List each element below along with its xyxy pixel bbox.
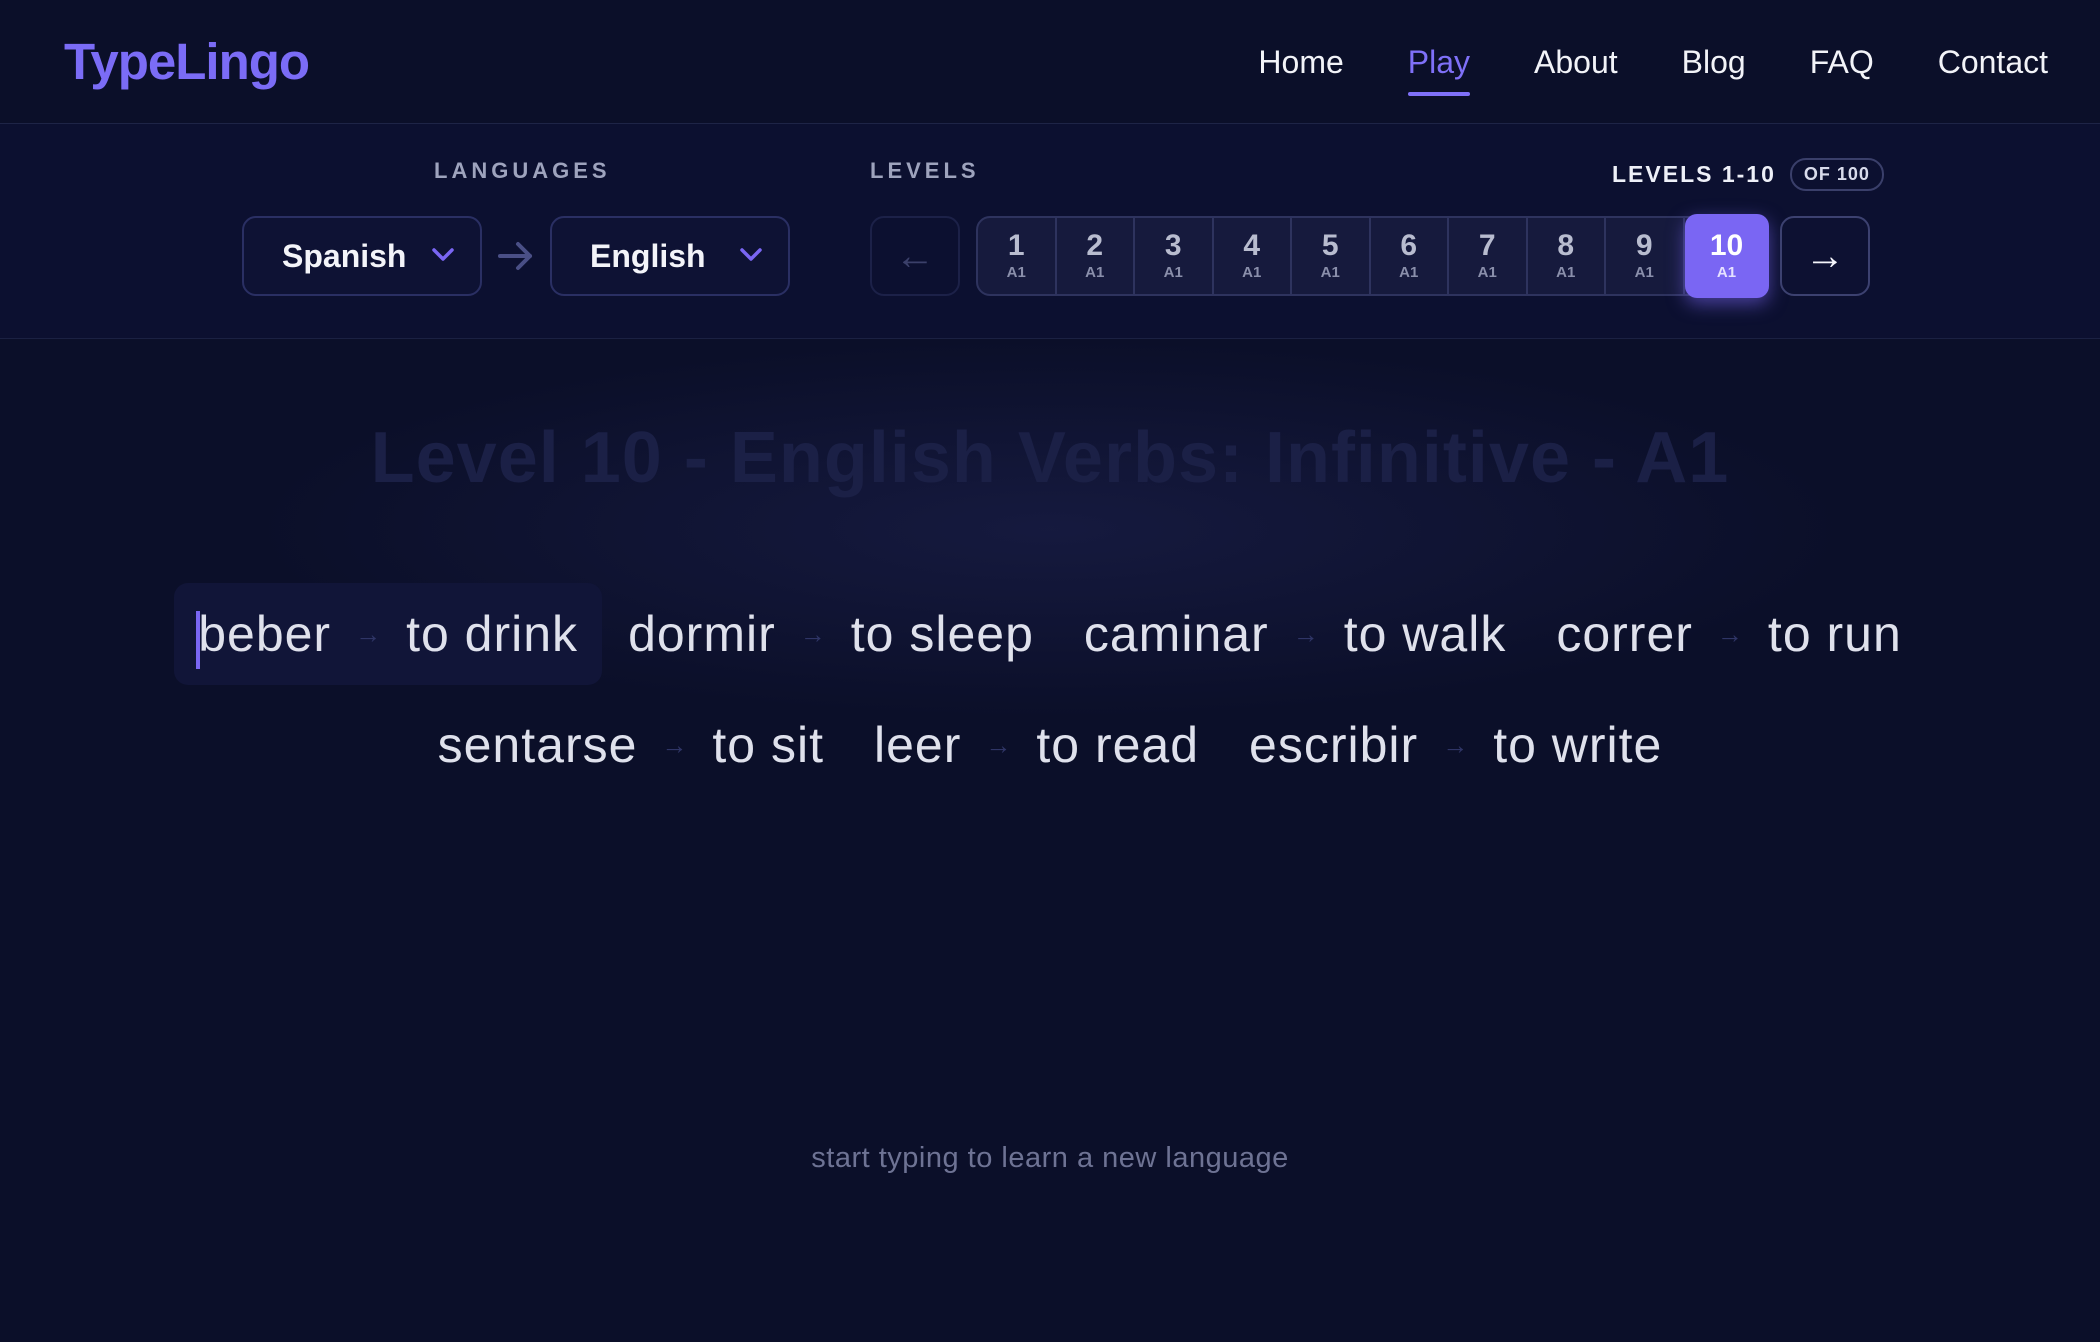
- level-button-5[interactable]: 5 A1: [1292, 218, 1371, 294]
- arrow-right-icon: →: [985, 729, 1013, 760]
- source-word: leer: [874, 717, 962, 773]
- word-pairs-row-1: beber → to drink dormir → to sleep camin…: [0, 583, 2100, 685]
- level-cefr: A1: [1477, 264, 1497, 281]
- level-number: 7: [1478, 229, 1496, 262]
- level-number: 2: [1086, 229, 1104, 262]
- source-word: caminar: [1083, 606, 1269, 662]
- target-language-select[interactable]: English: [550, 216, 790, 296]
- level-button-1[interactable]: 1 A1: [978, 218, 1057, 294]
- level-selector: 1 A1 2 A1 3 A1 4 A1 5 A1 6 A1 7 A1 8 A1 …: [976, 214, 1769, 298]
- level-button-10-active[interactable]: 10 A1: [1684, 214, 1769, 298]
- source-language-value: Spanish: [282, 237, 407, 274]
- level-title: Level 10 - English Verbs: Infinitive - A…: [370, 418, 1730, 498]
- top-navbar: TypeLingo Home Play About Blog FAQ Conta…: [0, 0, 2100, 124]
- arrow-right-icon: →: [355, 618, 383, 649]
- level-cefr: A1: [1716, 264, 1737, 281]
- nav-home[interactable]: Home: [1258, 38, 1343, 86]
- target-word: to write: [1493, 717, 1663, 773]
- arrow-right-icon: →: [1442, 729, 1470, 760]
- source-language-select[interactable]: Spanish: [242, 216, 482, 296]
- level-cefr: A1: [1320, 264, 1340, 281]
- level-button-2[interactable]: 2 A1: [1057, 218, 1135, 294]
- nav-contact[interactable]: Contact: [1938, 38, 2048, 86]
- levels-range: LEVELS 1-10 OF 100: [1612, 158, 1884, 191]
- settings-bar: LANGUAGES LEVELS Spanish English LEVELS …: [0, 124, 2100, 339]
- level-cefr: A1: [1556, 264, 1576, 281]
- target-word: to sleep: [850, 606, 1034, 662]
- level-number: 8: [1557, 229, 1575, 262]
- levels-total-badge: OF 100: [1789, 158, 1884, 191]
- target-language-value: English: [590, 237, 706, 274]
- source-word: correr: [1556, 606, 1693, 662]
- source-word: escribir: [1249, 717, 1419, 773]
- logo[interactable]: TypeLingo: [64, 30, 310, 94]
- level-button-6[interactable]: 6 A1: [1371, 218, 1449, 294]
- levels-label: LEVELS: [870, 158, 980, 183]
- target-word: to run: [1767, 606, 1902, 662]
- level-number: 1: [1007, 229, 1025, 262]
- level-cefr: A1: [1163, 264, 1183, 281]
- nav-play[interactable]: Play: [1407, 38, 1471, 96]
- word-pair: correr → to run: [1532, 583, 1925, 685]
- arrow-right-icon: →: [1805, 233, 1845, 278]
- word-pair: escribir → to write: [1225, 694, 1686, 796]
- level-cefr: A1: [1242, 264, 1262, 281]
- source-word: sentarse: [437, 717, 638, 773]
- typing-hint: start typing to learn a new language: [811, 1142, 1289, 1174]
- app-page: TypeLingo Home Play About Blog FAQ Conta…: [0, 0, 2100, 1342]
- level-number: 5: [1321, 229, 1339, 262]
- chevron-down-icon: [740, 248, 762, 261]
- target-word: to read: [1036, 717, 1200, 773]
- word-pair: leer → to read: [850, 694, 1223, 796]
- next-levels-button[interactable]: →: [1780, 216, 1870, 296]
- arrow-right-icon: →: [1292, 618, 1320, 649]
- target-word: to sit: [712, 717, 824, 773]
- level-number: 6: [1400, 229, 1418, 262]
- level-cefr: A1: [1634, 264, 1654, 281]
- level-button-4[interactable]: 4 A1: [1214, 218, 1292, 294]
- word-pair: dormir → to sleep: [604, 583, 1058, 685]
- nav-faq[interactable]: FAQ: [1810, 38, 1874, 86]
- word-pair: caminar → to walk: [1060, 583, 1530, 685]
- arrow-right-icon: →: [661, 729, 689, 760]
- source-word: beber: [198, 606, 332, 662]
- arrow-left-icon: ←: [895, 233, 935, 278]
- source-word: dormir: [628, 606, 776, 662]
- target-word: to walk: [1343, 606, 1507, 662]
- level-cefr: A1: [1006, 264, 1026, 281]
- level-number: 3: [1164, 229, 1182, 262]
- level-button-9[interactable]: 9 A1: [1606, 218, 1685, 294]
- level-cefr: A1: [1399, 264, 1419, 281]
- level-button-8[interactable]: 8 A1: [1528, 218, 1606, 294]
- arrow-right-icon: →: [799, 618, 827, 649]
- nav-about[interactable]: About: [1534, 38, 1618, 86]
- previous-levels-button[interactable]: ←: [870, 216, 960, 296]
- word-pair-current: beber → to drink: [174, 583, 603, 685]
- level-number: 9: [1635, 229, 1653, 262]
- target-word: to drink: [406, 606, 579, 662]
- level-cefr: A1: [1085, 264, 1105, 281]
- level-button-3[interactable]: 3 A1: [1135, 218, 1214, 294]
- nav-blog[interactable]: Blog: [1682, 38, 1746, 86]
- level-number: 10: [1709, 229, 1744, 262]
- arrow-right-icon: →: [1716, 618, 1744, 649]
- levels-range-text: LEVELS 1-10: [1612, 161, 1776, 187]
- chevron-down-icon: [432, 248, 454, 261]
- arrow-right-icon: [498, 242, 532, 270]
- word-pair: sentarse → to sit: [414, 694, 848, 796]
- level-number: 4: [1243, 229, 1261, 262]
- main-nav: Home Play About Blog FAQ Contact: [1194, 38, 2048, 96]
- typing-area[interactable]: Level 10 - English Verbs: Infinitive - A…: [0, 339, 2100, 1342]
- languages-label: LANGUAGES: [434, 158, 611, 183]
- word-pairs-row-2: sentarse → to sit leer → to read escribi…: [0, 694, 2100, 796]
- text-cursor: [196, 611, 201, 669]
- level-button-7[interactable]: 7 A1: [1449, 218, 1528, 294]
